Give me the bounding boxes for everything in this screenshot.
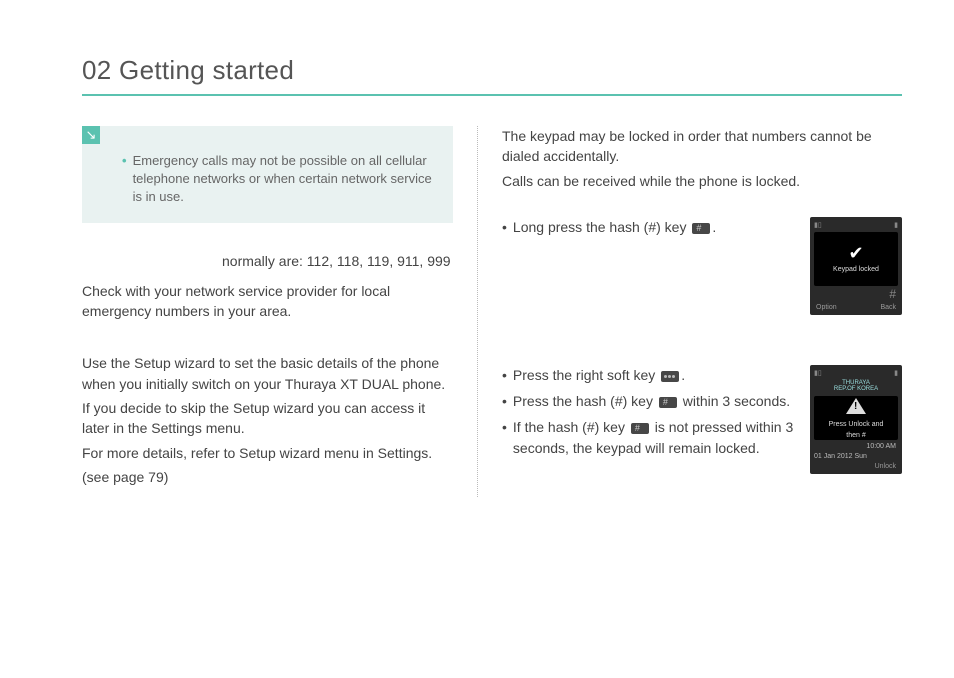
hash-key-icon — [692, 223, 710, 234]
setup-text-4: (see page 79) — [82, 467, 453, 487]
hash-key-icon — [659, 397, 677, 408]
carrier-line2: REP.OF KOREA — [814, 386, 898, 393]
lock-bullet: Long press the hash (#) key . — [502, 217, 796, 237]
lock-intro-1: The keypad may be locked in order that n… — [502, 126, 902, 167]
phone-softkeys: Unlock — [814, 463, 898, 470]
checkmark-icon: ✔ — [848, 244, 863, 262]
unlock-1a: Press the right soft key — [513, 367, 659, 383]
softkey-icon — [661, 371, 679, 382]
unlock-3a: If the hash (#) key — [513, 419, 629, 435]
setup-text-3: For more details, refer to Setup wizard … — [82, 443, 453, 463]
unlock-bullet-3: If the hash (#) key is not pressed withi… — [502, 417, 796, 458]
setup-text-2: If you decide to skip the Setup wizard y… — [82, 398, 453, 439]
phone-carrier: THURAYA REP.OF KOREA — [814, 380, 898, 393]
phone-softkeys: Option Back — [814, 304, 898, 311]
setup-text-1: Use the Setup wizard to set the basic de… — [82, 353, 453, 394]
lock-bullet-text: Long press the hash (#) key — [513, 219, 690, 235]
lock-block: Long press the hash (#) key . ▮▯ ▮ ✔ Key… — [502, 217, 902, 315]
unlock-bullet-2: Press the hash (#) key within 3 seconds. — [502, 391, 796, 411]
phone-date: 01 Jan 2012 Sun — [814, 453, 898, 460]
unlock-block: Press the right soft key . Press the has… — [502, 365, 902, 474]
softkey-right: Unlock — [875, 463, 896, 470]
battery-icon: ▮ — [894, 221, 898, 229]
right-column: The keypad may be locked in order that n… — [477, 126, 954, 497]
note-bullet: Emergency calls may not be possible on a… — [122, 152, 437, 207]
softkey-left: Option — [816, 304, 837, 311]
signal-icon: ▮▯ — [814, 221, 822, 229]
phone-status-bar: ▮▯ ▮ — [814, 221, 898, 229]
phone-mock-unlock: ▮▯ ▮ THURAYA REP.OF KOREA Press Unlock a… — [810, 365, 902, 474]
phone-screen-unlock: Press Unlock and then # — [814, 396, 898, 440]
phone-hash-label: # — [814, 287, 898, 301]
unlock-bullet-1: Press the right soft key . — [502, 365, 796, 385]
page-title: 02 Getting started — [0, 0, 954, 94]
phone-msg-1: Press Unlock and — [829, 421, 884, 428]
note-corner-icon: ↘ — [82, 126, 100, 144]
signal-icon: ▮▯ — [814, 369, 822, 377]
left-column: ↘ Emergency calls may not be possible on… — [0, 126, 477, 497]
phone-mock-locked: ▮▯ ▮ ✔ Keypad locked # Option Back — [810, 217, 902, 315]
hash-key-icon — [631, 423, 649, 434]
phone-screen-text: Keypad locked — [833, 266, 879, 273]
battery-icon: ▮ — [894, 369, 898, 377]
softkey-right: Back — [880, 304, 896, 311]
unlock-2b: within 3 seconds. — [679, 393, 790, 409]
note-text: Emergency calls may not be possible on a… — [133, 152, 437, 207]
carrier-line1: THURAYA — [814, 380, 898, 387]
emergency-followup: Check with your network service provider… — [82, 281, 453, 322]
lock-intro-2: Calls can be received while the phone is… — [502, 171, 902, 191]
unlock-2a: Press the hash (#) key — [513, 393, 657, 409]
phone-msg-2: then # — [846, 432, 865, 439]
emergency-numbers-line: normally are: 112, 118, 119, 911, 999 — [82, 251, 453, 271]
content-columns: ↘ Emergency calls may not be possible on… — [0, 96, 954, 497]
phone-screen-locked: ✔ Keypad locked — [814, 232, 898, 286]
phone-time: 10:00 AM — [814, 443, 898, 450]
phone-status-bar: ▮▯ ▮ — [814, 369, 898, 377]
warning-icon — [846, 398, 866, 414]
note-box: ↘ Emergency calls may not be possible on… — [82, 126, 453, 223]
